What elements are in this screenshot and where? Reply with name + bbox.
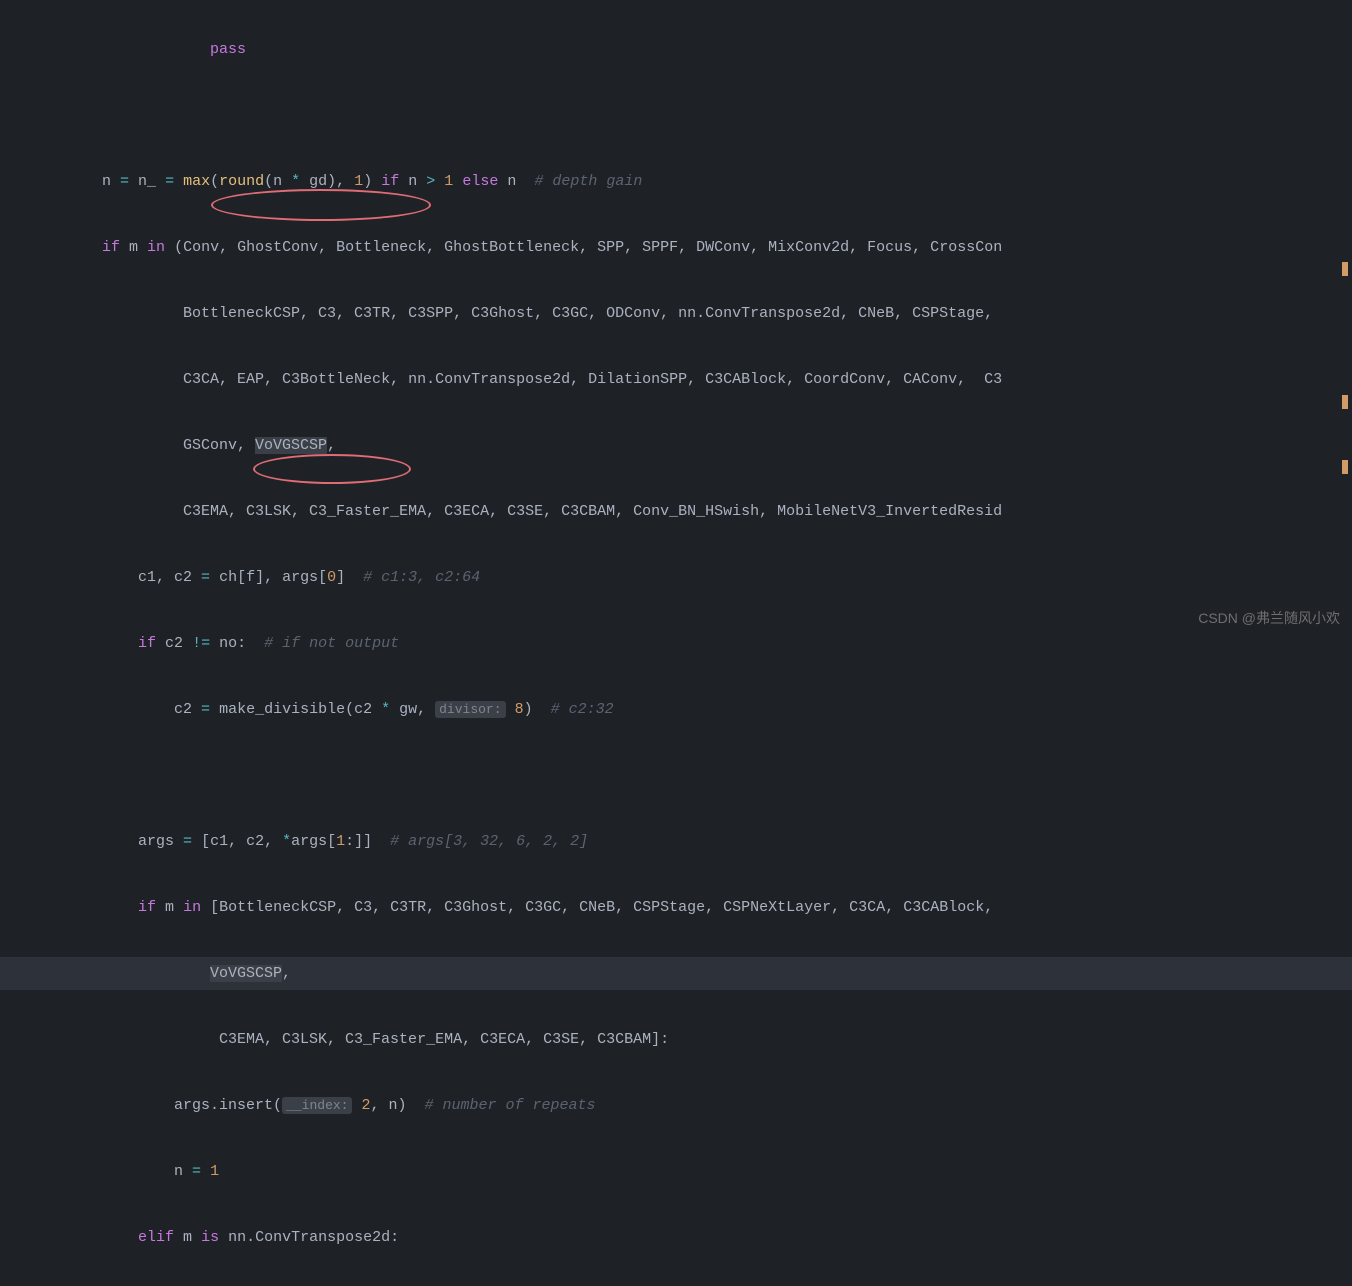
code-line-blank [30, 99, 1352, 132]
code-line: C3EMA, C3LSK, C3_Faster_EMA, C3ECA, C3SE… [30, 1023, 1352, 1056]
code-line-blank [30, 759, 1352, 792]
watermark: CSDN @弗兰随风小欢 [1198, 602, 1340, 635]
code-line: pass [30, 33, 1352, 66]
change-marker [1342, 395, 1348, 409]
code-line: args = [c1, c2, *args[1:]] # args[3, 32,… [30, 825, 1352, 858]
selection-highlight: VoVGSCSP [255, 437, 327, 454]
code-line: n = n_ = max(round(n * gd), 1) if n > 1 … [30, 165, 1352, 198]
code-line: n = 1 [30, 1155, 1352, 1188]
keyword-pass: pass [210, 41, 246, 58]
selection-highlight: VoVGSCSP [210, 965, 282, 982]
code-line: C3CA, EAP, C3BottleNeck, nn.ConvTranspos… [30, 363, 1352, 396]
param-hint: divisor: [435, 701, 505, 718]
code-line: GSConv, VoVGSCSP, [30, 429, 1352, 462]
code-line: c1, c2 = ch[f], args[0] # c1:3, c2:64 [30, 561, 1352, 594]
code-line: c2 = make_divisible(c2 * gw, divisor: 8)… [30, 693, 1352, 726]
param-hint: __index: [282, 1097, 352, 1114]
code-line: elif m is nn.ConvTranspose2d: [30, 1221, 1352, 1254]
change-marker [1342, 460, 1348, 474]
code-line: if c2 != no: # if not output [30, 627, 1352, 660]
change-marker [1342, 262, 1348, 276]
code-line: if m in (Conv, GhostConv, Bottleneck, Gh… [30, 231, 1352, 264]
code-line: C3EMA, C3LSK, C3_Faster_EMA, C3ECA, C3SE… [30, 495, 1352, 528]
code-editor[interactable]: pass n = n_ = max(round(n * gd), 1) if n… [0, 0, 1352, 1286]
code-line: if m in [BottleneckCSP, C3, C3TR, C3Ghos… [30, 891, 1352, 924]
code-line: args.insert(__index: 2, n) # number of r… [30, 1089, 1352, 1122]
code-line: BottleneckCSP, C3, C3TR, C3SPP, C3Ghost,… [30, 297, 1352, 330]
code-line-current: 💡 VoVGSCSP, [0, 957, 1352, 990]
